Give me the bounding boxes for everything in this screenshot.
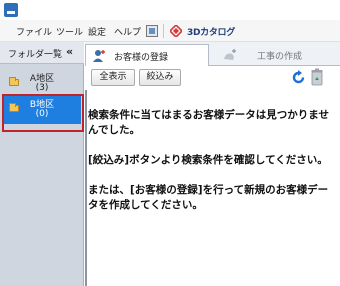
tab-label: お客様の登録 (114, 53, 169, 63)
message-line-3: または、[お客様の登録]を行って新規のお客様データを作成してください。 (88, 184, 329, 211)
menu-file[interactable]: ファイル (16, 25, 52, 38)
folder-sidebar: フォルダ一覧 « A地区 (3) B地区 (0) (0, 42, 84, 286)
folder-count: (3) (35, 83, 49, 93)
show-all-button[interactable]: 全表示 (91, 69, 135, 86)
refresh-icon[interactable] (290, 69, 307, 86)
window-icon[interactable] (146, 25, 158, 37)
tab-label: 工事の作成 (257, 52, 303, 62)
selection-highlight (2, 94, 84, 132)
add-user-icon (93, 50, 105, 62)
menu-help[interactable]: ヘルプ (114, 25, 141, 38)
menu-divider (163, 24, 164, 38)
tab-customer-registration[interactable]: お客様の登録 (85, 44, 209, 66)
menu-settings[interactable]: 設定 (88, 25, 106, 38)
message-line-1: 検索条件に当てはまるお客様データは見つかりませんでした。 (88, 109, 329, 136)
sidebar-title: フォルダ一覧 (8, 50, 63, 60)
trash-icon[interactable] (311, 68, 323, 86)
catalog-link[interactable]: 3Dカタログ (187, 25, 235, 38)
message-line-2: [絞込み]ボタンより検索条件を確認してください。 (88, 154, 328, 166)
toolbar: 全表示 絞込み (85, 66, 340, 90)
sidebar-header: フォルダ一覧 « (0, 42, 84, 64)
diamond-logo-icon (170, 25, 182, 37)
app-icon (4, 3, 18, 17)
menu-tools[interactable]: ツール (56, 25, 83, 38)
title-bar (0, 0, 340, 20)
no-results-message: 検索条件に当てはまるお客様データは見つかりませんでした。 [絞込み]ボタンより検… (88, 108, 336, 228)
menu-bar: ファイル ツール 設定 ヘルプ 3Dカタログ (0, 20, 340, 42)
filter-button[interactable]: 絞込み (139, 69, 181, 86)
tab-work-creation[interactable]: 工事の作成 (211, 44, 336, 66)
panel-divider (85, 90, 87, 286)
add-work-icon (224, 49, 236, 60)
tab-bar: お客様の登録 工事の作成 (85, 42, 340, 66)
collapse-button[interactable]: « (66, 45, 73, 58)
